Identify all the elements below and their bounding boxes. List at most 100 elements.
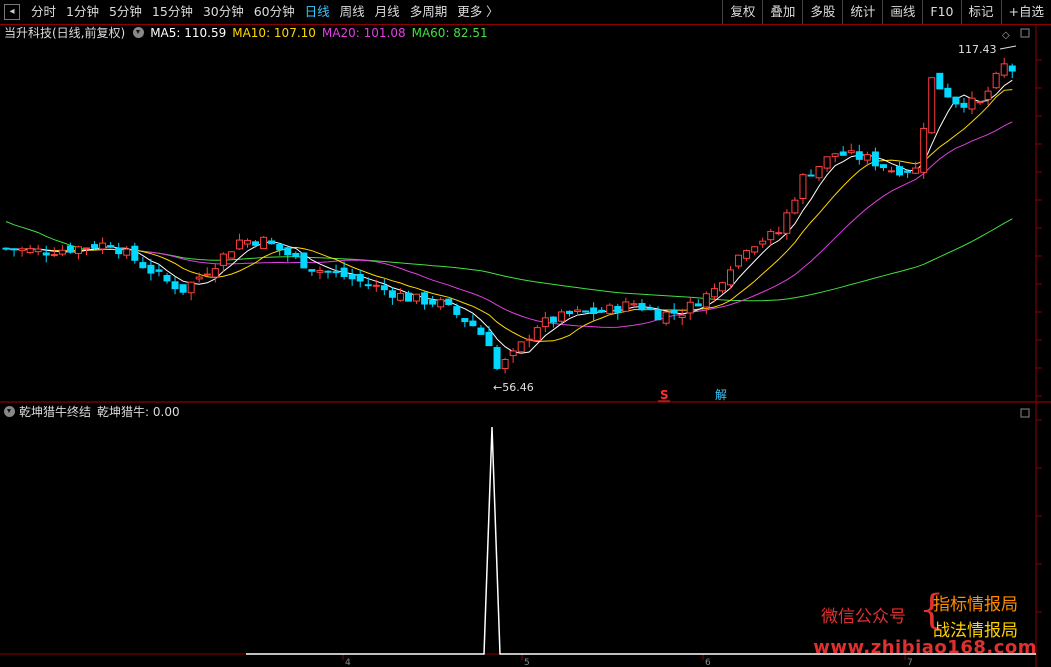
ma10-path [5,89,1013,343]
candle-body [380,285,388,291]
candle-body [348,274,356,280]
kline-chart[interactable]: 4567 117.43◇←56.46S 解 [0,0,1051,667]
candle-body [437,299,445,308]
candle-body [18,248,26,252]
candle-body [630,303,638,306]
candle-body [364,284,372,287]
candle-body [823,156,831,169]
candle-body [863,154,871,161]
candle-body [968,97,976,110]
candle-body [324,270,332,273]
candle-body [316,270,324,273]
candle-body [276,243,284,251]
candle-body [74,246,82,254]
candle-body [10,248,18,251]
candle-body [574,309,582,312]
high-price-label: 117.43 [958,43,997,56]
candle-body [976,101,984,104]
candle-body [139,262,147,269]
watermark: 微信公众号 { 指标情报局 战法情报局 www.zhibiao168.com [813,590,1041,660]
candle-body [308,269,316,272]
candle-body [992,72,1000,89]
candle-body [235,239,243,250]
candle-body [107,245,115,248]
candle-body [99,242,107,250]
candle-body [904,170,912,173]
candle-body [195,276,203,280]
candle-body [203,273,211,276]
marker-diamond-icon: ◇ [1002,30,1010,41]
ma60-line [5,218,1013,302]
candle-body [622,301,630,312]
candle-body [429,299,437,305]
candle-body [582,310,590,313]
candle-body [920,127,928,173]
candle-body [662,311,670,324]
candle-body [372,284,380,287]
watermark-line1: 指标情报局 [933,595,1018,615]
candle-body [541,317,549,328]
ma60-path [5,218,1013,302]
candle-body [912,167,920,174]
panel-toggle-icon [1020,408,1030,418]
candle-body [171,281,179,290]
candle-body [638,303,646,311]
candle-body [66,245,74,253]
candle-body [356,273,364,282]
candle-body [2,247,10,250]
candle-body [284,247,292,256]
candle-body [405,292,412,302]
chart-grid: 4567 [0,25,1051,667]
x-tick-label: 4 [345,658,351,667]
candle-body [735,254,743,267]
panel-toggle-icon [1020,28,1030,38]
sub-indicator-bar: 乾坤猎牛终结 乾坤猎牛: 0.00 [0,404,180,420]
candle-body [131,245,139,261]
candle-body [179,284,187,293]
candle-body [219,253,227,266]
candle-body [654,309,662,321]
candle-body [413,293,421,302]
candle-body [815,166,823,179]
candle-body [896,166,904,176]
candle-body [252,241,260,246]
candle-body [590,307,598,315]
candle-body [646,307,654,311]
candle-body [163,275,171,282]
candle-body [606,304,614,314]
dropdown-icon[interactable] [4,406,15,417]
signal-s-label: S [660,388,669,402]
candle-body [855,151,863,160]
candles [2,57,1016,374]
x-tick-label: 6 [705,658,711,667]
candle-body [147,264,155,274]
ma5-path [5,79,1013,354]
candle-body [783,212,791,234]
candle-body [960,102,968,108]
watermark-wechat: 微信公众号 [821,607,906,627]
candle-body [984,90,992,100]
candle-body [718,282,726,292]
candle-body [469,320,477,327]
candle-body [58,249,66,255]
candle-body [477,327,485,335]
candle-body [694,303,702,307]
candle-body [26,248,34,254]
candle-body [549,316,557,323]
candle-body [710,288,718,298]
candle-body [227,251,235,259]
watermark-url: www.zhibiao168.com [813,637,1037,658]
candle-body [879,164,887,169]
ma5-line [5,79,1013,354]
candle-body [727,269,734,286]
candle-body [807,174,815,177]
candle-body [847,150,855,154]
candle-body [244,240,251,245]
candle-body [211,268,219,278]
candle-body [670,310,678,314]
candle-body [268,240,276,245]
candle-body [743,250,751,259]
candle-body [50,254,58,257]
candle-body [115,247,123,255]
candle-body [839,151,847,156]
